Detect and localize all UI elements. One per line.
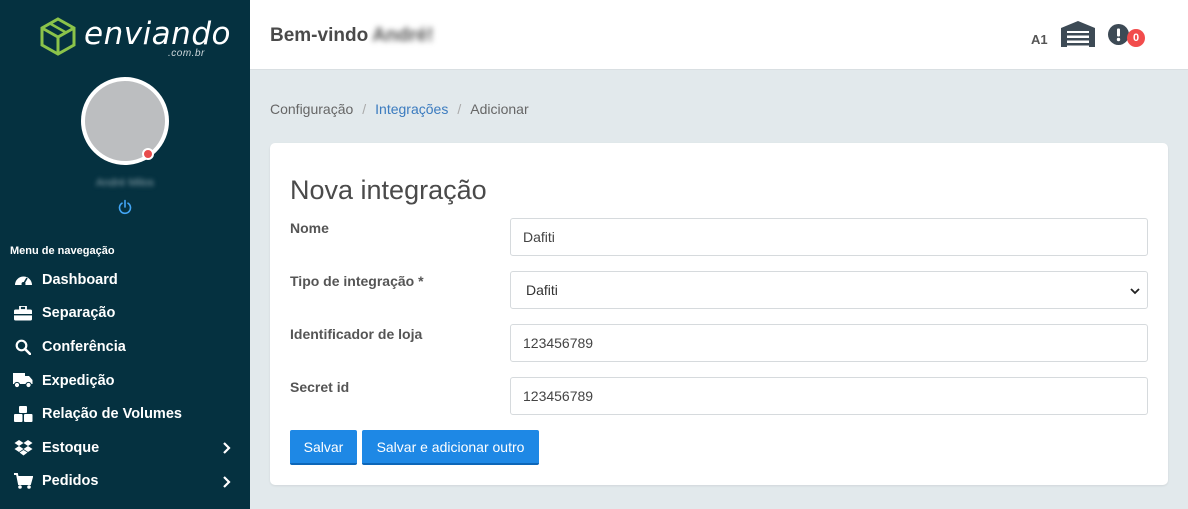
secret-id-label: Secret id: [290, 379, 350, 395]
breadcrumb-item-adicionar: Adicionar: [470, 101, 529, 117]
boxes-icon: [13, 405, 33, 423]
gauge-icon: [13, 271, 33, 289]
breadcrumb-separator: /: [362, 101, 367, 117]
secret-id-input[interactable]: [510, 377, 1148, 415]
integration-form-card: Nova integração Nome Tipo de integração …: [270, 143, 1168, 485]
sidebar-item-label: Pedidos: [42, 473, 99, 490]
nav-title: Menu de navegação: [10, 245, 115, 257]
sidebar-item-separacao[interactable]: Separação: [0, 297, 250, 331]
chevron-right-icon: [223, 475, 231, 488]
truck-icon: [13, 372, 33, 390]
welcome-user-name: André!: [372, 25, 434, 46]
search-icon: [13, 338, 33, 356]
breadcrumb: Configuração / Integrações / Adicionar: [270, 101, 529, 117]
page-title: Nova integração: [290, 175, 487, 205]
box-logo-icon: [40, 17, 76, 56]
sidebar-item-estoque[interactable]: Estoque: [0, 431, 250, 465]
toolbox-icon: [13, 304, 33, 322]
nav-menu: Dashboard Separação Conferência Expediçã…: [0, 263, 250, 498]
chevron-right-icon: [223, 442, 231, 454]
status-dot: [142, 148, 154, 160]
sidebar-item-label: Estoque: [42, 439, 100, 456]
alert-icon[interactable]: [1108, 24, 1129, 45]
power-icon[interactable]: [117, 199, 133, 215]
name-input[interactable]: [510, 218, 1148, 256]
user-name: André Milos: [95, 177, 155, 189]
breadcrumb-item-configuracao[interactable]: Configuração: [270, 101, 353, 117]
brand-domain: .com.br: [168, 48, 205, 59]
integration-type-value: Dafiti: [526, 282, 558, 298]
cart-icon: [13, 472, 33, 490]
avatar[interactable]: [81, 77, 169, 165]
avatar-image: [85, 81, 165, 161]
store-id-label: Identificador de loja: [290, 326, 423, 342]
sidebar-item-label: Expedição: [42, 372, 115, 389]
sidebar-item-expedicao[interactable]: Expedição: [0, 364, 250, 398]
breadcrumb-separator: /: [457, 101, 462, 117]
sidebar-item-label: Separação: [42, 305, 116, 322]
store-id-input[interactable]: [510, 324, 1148, 362]
sidebar-item-dashboard[interactable]: Dashboard: [0, 263, 250, 297]
welcome-text: Bem-vindo: [270, 25, 369, 46]
dropbox-icon: [13, 439, 33, 457]
sidebar-item-conferencia[interactable]: Conferência: [0, 330, 250, 364]
name-label: Nome: [290, 220, 329, 236]
integration-type-label: Tipo de integração *: [290, 273, 424, 289]
store-code: A1: [1031, 32, 1048, 47]
breadcrumb-item-integracoes[interactable]: Integrações: [375, 101, 448, 117]
brand-logo[interactable]: enviando .com.br: [38, 14, 230, 60]
warehouse-icon[interactable]: [1061, 21, 1095, 47]
integration-type-select[interactable]: Dafiti: [510, 271, 1148, 309]
top-header: Bem-vindo André! A1 0: [250, 0, 1188, 70]
sidebar-item-pedidos[interactable]: Pedidos: [0, 465, 250, 499]
sidebar-item-label: Conferência: [42, 338, 126, 355]
save-and-add-another-button[interactable]: Salvar e adicionar outro: [362, 430, 539, 465]
alert-count-badge[interactable]: 0: [1127, 29, 1145, 47]
sidebar-item-relacao-volumes[interactable]: Relação de Volumes: [0, 397, 250, 431]
save-button[interactable]: Salvar: [290, 430, 357, 465]
welcome-message: Bem-vindo André!: [270, 25, 433, 47]
brand-name: enviando: [84, 16, 231, 52]
chevron-down-icon: [1130, 288, 1140, 295]
sidebar: enviando .com.br André Milos Menu de nav…: [0, 0, 250, 509]
sidebar-item-label: Relação de Volumes: [42, 406, 182, 423]
sidebar-item-label: Dashboard: [42, 271, 118, 288]
